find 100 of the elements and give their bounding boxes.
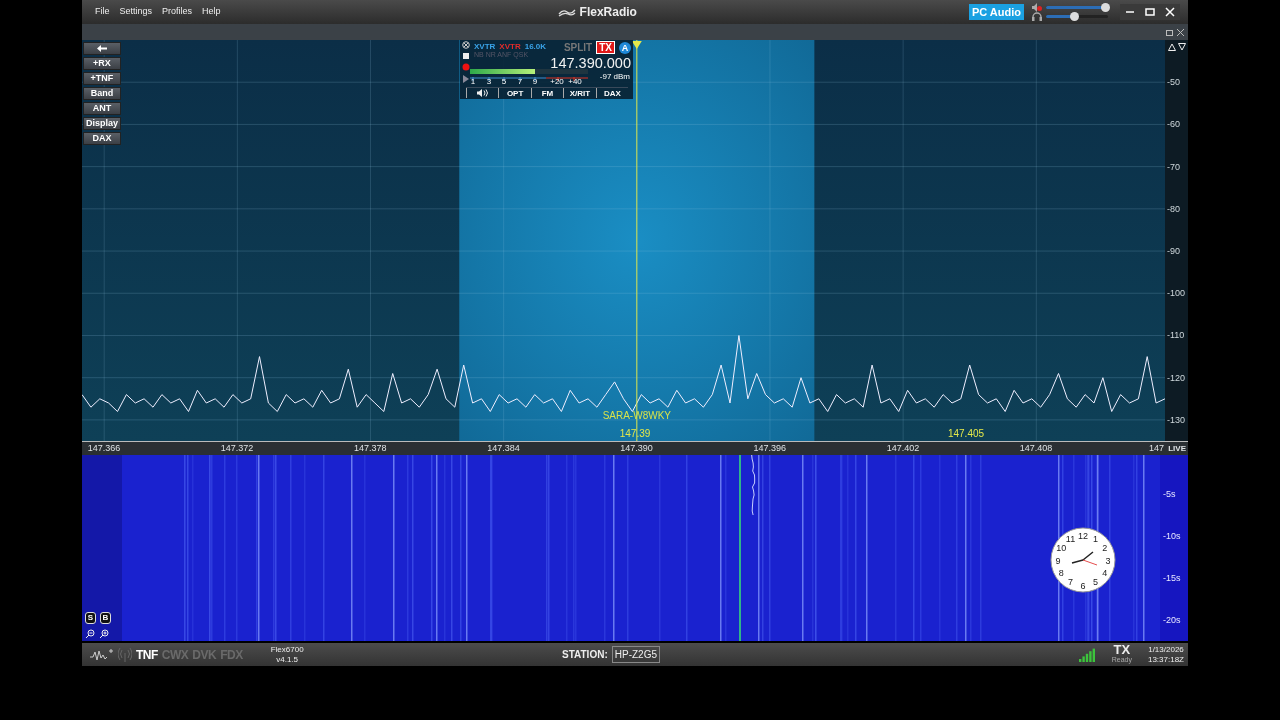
frequency-label: 147.372 [220,442,254,455]
square-icon [462,53,470,59]
station-name[interactable]: HP-Z2G5 [611,646,660,663]
clock-hands [1071,551,1098,566]
clock-number: 12 [1078,530,1088,541]
time-scale-label: -15s [1163,572,1181,585]
headphone-icon [1032,12,1042,21]
speaker-icon [477,89,489,98]
clock-number: 9 [1055,555,1061,566]
frequency-label: 147.390 [620,442,653,455]
frequency-marker: 147.405 [947,427,985,441]
play-icon [462,75,470,83]
minimize-icon [1125,11,1135,13]
tx-label: TX [1113,644,1131,655]
db-scale-label: -90 [1167,245,1180,259]
time-scale-label: -5s [1163,488,1176,501]
db-scale-label: -100 [1167,287,1185,301]
panel-button[interactable]: +RX [83,57,121,70]
db-scale-label: -70 [1167,160,1180,174]
clock-number: 6 [1080,580,1086,591]
clock-number: 11 [1065,533,1076,544]
db-scale-label: -130 [1167,413,1185,427]
db-scale-label: -80 [1167,202,1180,216]
minimize-button[interactable] [1120,4,1140,20]
xvtr-label: XVTR [499,41,521,52]
slice-button[interactable]: X/RIT [563,88,596,98]
clock-number: 4 [1102,568,1108,578]
restore-icon [1166,28,1173,36]
clock-number: 1 [1093,533,1098,544]
arrow-left-icon [96,44,108,54]
meter-label: 9 [532,77,538,86]
zoom-out-icon [85,629,95,639]
volume-slider[interactable] [1046,3,1108,12]
back-button[interactable] [83,42,121,55]
frequency-label: 147 [1149,442,1165,455]
meter-label: +40 [568,77,582,86]
slice-button[interactable]: OPT [498,88,531,98]
zoom-in-icon [99,629,109,639]
menu-item[interactable]: Settings [114,5,158,19]
panel-button[interactable]: DAX [83,132,121,145]
mode-toggle[interactable]: TNF [136,645,158,664]
meter-label: 7 [517,77,523,86]
headphone-slider[interactable] [1046,12,1108,21]
bandwidth-label: 16.0K [524,41,547,52]
record-icon [462,63,470,71]
menu-item[interactable]: Help [197,5,226,19]
meter-label: 1 [470,77,476,86]
date-label: 1/13/2026 [1148,644,1184,655]
clock-number: 8 [1058,568,1064,578]
waterfall-button[interactable]: S [85,612,96,624]
frequency-label: 147.384 [487,442,520,455]
db-scale-label: -50 [1167,76,1180,90]
frequency-label: 147.378 [354,442,387,455]
close-icon [1177,28,1184,36]
frequency-label: 147.408 [1019,442,1053,455]
frequency-label: 147.396 [753,442,786,455]
close-icon [1165,7,1175,17]
clock-number: 3 [1105,555,1111,566]
time-scale-label: -10s [1163,530,1181,543]
db-scale-label: -60 [1167,118,1180,132]
meter-label: +20 [550,77,564,86]
tx-badge[interactable]: TX [596,41,615,54]
version-label: v4.1.5 [276,654,299,665]
panel-button[interactable]: +TNF [83,72,121,85]
close-button[interactable] [1160,4,1180,20]
menu-item[interactable]: File [90,5,115,19]
clock-number: 10 [1056,543,1067,553]
meter-label: 5 [501,77,507,86]
model-label: Flex6700 [270,644,304,655]
slider-thumb[interactable] [1069,12,1079,21]
panel-button[interactable]: Band [83,87,121,100]
split-label: SPLIT [563,41,593,55]
time-label: 13:37:18Z [1147,654,1184,665]
clock-number: 2 [1102,543,1108,553]
slice-button[interactable]: FM [530,88,564,98]
logo-icon [557,7,576,17]
panel-button[interactable]: Display [83,117,121,130]
logo-text: FlexRadio [579,4,637,21]
signal-bars-icon [1078,647,1096,662]
slice-button[interactable]: DAX [595,88,629,98]
db-scale-label: -110 [1167,329,1185,343]
waterfall-button[interactable]: B [100,612,111,624]
menu-item[interactable]: Profiles [157,5,198,19]
slider-thumb[interactable] [1100,3,1110,12]
db-scale-label: -120 [1167,371,1185,385]
live-label: LIVE [1168,443,1186,455]
filter-passband[interactable] [459,40,815,441]
maximize-icon [1145,8,1155,16]
frequency-label: 147.366 [87,442,121,455]
frequency-label: 147.402 [886,442,920,455]
waveform-icon [90,647,114,662]
time-scale-label: -20s [1163,614,1181,627]
xvtr-label: XVTR [474,41,496,52]
clock-number: 5 [1093,577,1098,588]
slice-letter[interactable]: A [619,41,631,54]
scale-arrows-icon [1168,43,1186,51]
clock-number: 7 [1068,577,1073,588]
panel-button[interactable]: ANT [83,102,121,115]
station-label: STATION: [562,648,608,662]
meter-label: 3 [486,77,492,86]
